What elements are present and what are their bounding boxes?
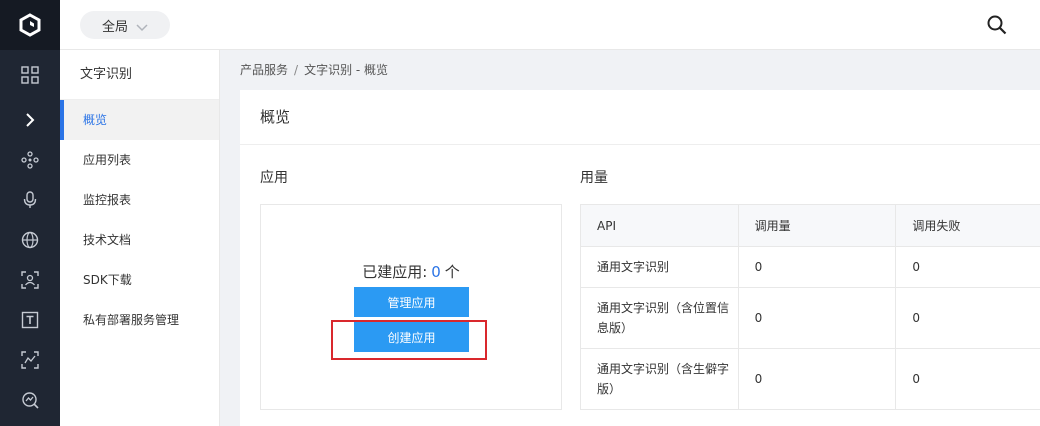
table-header-row: API 调用量 调用失败 (581, 205, 1040, 247)
app-count-value: 0 (431, 263, 441, 281)
cell-api: 通用文字识别（含位置信息版） (581, 288, 739, 348)
cell-api: 通用文字识别（含生僻字版） (581, 349, 739, 409)
table-row: 通用文字识别 0 0 (581, 247, 1040, 288)
app-count-prefix: 已建应用: (362, 263, 428, 281)
app-count: 已建应用: 0 个 (261, 261, 561, 282)
subnav-item-overview[interactable]: 概览 (60, 100, 219, 140)
usage-table: API 调用量 调用失败 通用文字识别 0 0 通用文字识别（含位置信息版） 0… (580, 204, 1040, 410)
app-count-unit: 个 (444, 263, 460, 281)
subnav-item-monitor-report[interactable]: 监控报表 (60, 180, 219, 220)
manage-apps-button[interactable]: 管理应用 (354, 287, 469, 317)
chevron-right-icon[interactable] (0, 100, 60, 140)
cell-calls: 0 (739, 349, 897, 409)
apps-section-title: 应用 (260, 170, 288, 186)
subnav-item-sdk-download[interactable]: SDK下载 (60, 260, 219, 300)
topbar: 全局 (60, 0, 1040, 50)
create-app-button[interactable]: 创建应用 (354, 322, 469, 352)
text-box-icon[interactable] (0, 300, 60, 340)
cell-calls: 0 (739, 288, 897, 348)
usage-section-title: 用量 (580, 170, 608, 186)
product-subnav: 文字识别 概览 应用列表 监控报表 技术文档 SDK下载 私有部署服务管理 (60, 50, 220, 426)
breadcrumb-root[interactable]: 产品服务 (240, 63, 288, 77)
overview-card: 概览 应用 用量 已建应用: 0 个 管理应用 创建应用 API 调用量 调用失败 … (240, 90, 1040, 426)
column-header-api: API (581, 205, 739, 246)
cell-failures: 0 (912, 260, 920, 274)
table-row: 通用文字识别（含生僻字版） 0 0 (581, 349, 1040, 410)
nodes-icon[interactable] (0, 140, 60, 180)
scan-icon[interactable] (0, 340, 60, 380)
grid-icon[interactable] (0, 55, 60, 95)
subnav-title: 文字识别 (60, 50, 219, 100)
left-icon-bar (0, 0, 60, 426)
breadcrumb-separator: / (294, 63, 299, 77)
subnav-item-tech-docs[interactable]: 技术文档 (60, 220, 219, 260)
microphone-icon[interactable] (0, 180, 60, 220)
breadcrumb: 产品服务 / 文字识别 - 概览 (240, 60, 388, 80)
column-header-calls: 调用量 (739, 205, 897, 246)
chevron-down-icon (136, 21, 148, 32)
subnav-item-app-list[interactable]: 应用列表 (60, 140, 219, 180)
cell-failures: 0 (912, 372, 920, 386)
breadcrumb-current: 文字识别 - 概览 (304, 63, 389, 77)
face-scan-icon[interactable] (0, 260, 60, 300)
globe-icon[interactable] (0, 220, 60, 260)
apps-panel: 已建应用: 0 个 管理应用 创建应用 (260, 204, 562, 410)
logo-icon[interactable] (0, 0, 60, 50)
column-header-failures: 调用失败 (912, 219, 961, 233)
table-row: 通用文字识别（含位置信息版） 0 0 (581, 288, 1040, 349)
scope-label: 全局 (101, 19, 128, 35)
scope-selector[interactable]: 全局 (80, 11, 170, 39)
cell-api: 通用文字识别 (581, 247, 739, 287)
search-icon[interactable] (986, 14, 1008, 36)
cell-failures: 0 (912, 311, 920, 325)
analytics-icon[interactable] (0, 380, 60, 420)
page-title: 概览 (240, 90, 1040, 145)
subnav-item-private-deploy[interactable]: 私有部署服务管理 (60, 300, 219, 340)
cell-calls: 0 (739, 247, 897, 287)
